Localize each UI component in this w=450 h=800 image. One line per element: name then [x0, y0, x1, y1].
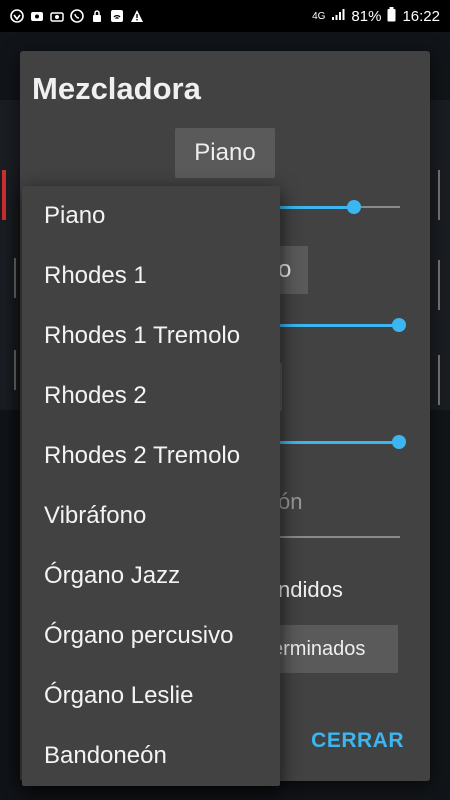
network-type: 4G [312, 10, 326, 22]
dropdown-item-piano[interactable]: Piano [22, 186, 280, 246]
battery-percent: 81% [351, 7, 382, 25]
dropdown-item-rhodes-2-tremolo[interactable]: Rhodes 2 Tremolo [22, 426, 280, 486]
dropdown-item-bandoneon[interactable]: Bandoneón [22, 726, 280, 786]
slider-1-thumb[interactable] [347, 200, 361, 214]
clock: 16:22 [402, 7, 440, 25]
lock-icon [90, 9, 104, 23]
dropdown-item-organo-leslie[interactable]: Órgano Leslie [22, 666, 280, 726]
dropdown-item-vibrafono[interactable]: Vibráfono [22, 486, 280, 546]
signal-icon [331, 7, 345, 25]
slider-1-track-active[interactable] [278, 206, 354, 209]
camera-icon [50, 9, 64, 23]
level-indicator-left [2, 170, 6, 220]
text-field-underline [278, 536, 400, 538]
dropdown-item-organo-percusivo[interactable]: Órgano percusivo [22, 606, 280, 666]
dropdown-item-organo-jazz[interactable]: Órgano Jazz [22, 546, 280, 606]
text-field-partial[interactable]: ón [278, 489, 302, 515]
dropdown-item-rhodes-1[interactable]: Rhodes 1 [22, 246, 280, 306]
slider-3-thumb[interactable] [392, 435, 406, 449]
side-tick [438, 355, 440, 405]
dropdown-item-rhodes-1-tremolo[interactable]: Rhodes 1 Tremolo [22, 306, 280, 366]
side-tick [14, 350, 16, 390]
vpn-icon [10, 9, 24, 23]
slider-2-thumb[interactable] [392, 318, 406, 332]
instrument-selector-button[interactable]: Piano [175, 128, 275, 178]
dropdown-item-rhodes-2[interactable]: Rhodes 2 [22, 366, 280, 426]
defaults-button[interactable]: erminados [270, 625, 398, 673]
status-bar: 4G 81% 16:22 [0, 0, 450, 32]
close-button[interactable]: CERRAR [311, 729, 404, 753]
battery-icon [387, 6, 396, 26]
warning-icon [130, 9, 144, 23]
option-label: ndidos [278, 577, 343, 602]
side-tick [14, 258, 16, 298]
side-tick [438, 170, 440, 220]
system-status: 4G 81% 16:22 [312, 6, 440, 26]
slider-3-track-active[interactable] [278, 441, 398, 444]
side-tick [438, 260, 440, 310]
instrument-dropdown: Piano Rhodes 1 Rhodes 1 Tremolo Rhodes 2… [22, 186, 280, 786]
dialog-title: Mezcladora [32, 71, 201, 106]
notification-icons [10, 9, 144, 23]
slider-2-track-active[interactable] [278, 324, 398, 327]
wifi-box-icon [110, 9, 124, 23]
whatsapp-icon [70, 9, 84, 23]
app-icon [30, 9, 44, 23]
